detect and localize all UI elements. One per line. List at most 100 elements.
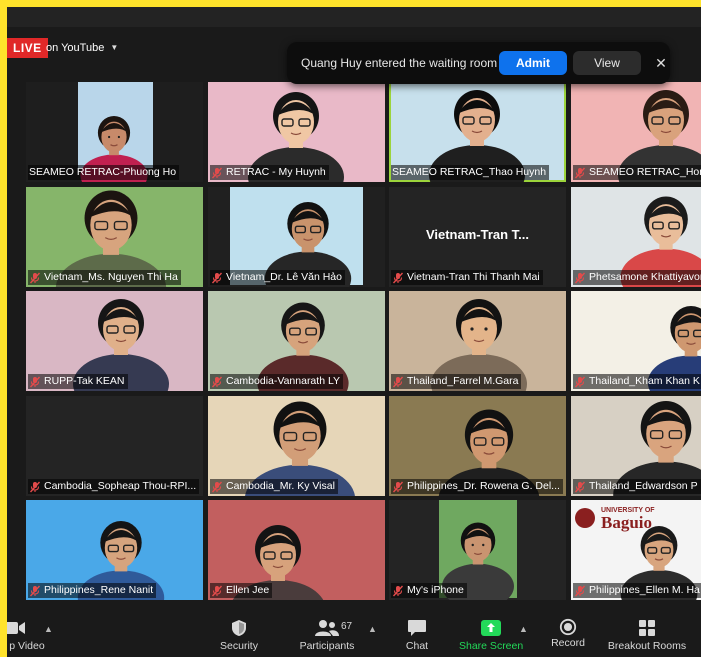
participant-name: Phetsamone Khattiyavong: [589, 271, 701, 283]
breakout-rooms-icon: [639, 620, 655, 636]
view-button[interactable]: View: [573, 51, 641, 75]
participant-name: Thailand_Farrel M.Gara: [407, 375, 519, 387]
participant-tile[interactable]: My's iPhone: [389, 500, 566, 600]
participant-name-label: Ellen Jee: [210, 583, 273, 598]
muted-mic-icon: [392, 481, 404, 492]
share-screen-button[interactable]: Share Screen: [459, 612, 523, 657]
participant-name-label: Thailand_Farrel M.Gara: [391, 374, 522, 389]
muted-mic-icon: [29, 376, 41, 387]
zoom-meeting-window: SEAMEO RETRAC-Phuong Ho RETRAC - My Huynh…: [7, 7, 701, 657]
participant-name-placeholder: Vietnam-Tran T...: [425, 227, 530, 242]
participant-name-label: Vietnam_Ms. Nguyen Thi Ha: [28, 270, 181, 285]
video-button[interactable]: p Video: [7, 612, 47, 657]
participant-name: SEAMEO RETRAC-Phuong Ho: [29, 166, 177, 178]
participant-tile[interactable]: Philippines_Dr. Rowena G. Del...: [389, 396, 566, 496]
participant-name-label: Cambodia_Sopheap Thou-RPI...: [28, 479, 200, 494]
baguio-logo-line2: Baguio: [601, 513, 652, 532]
participant-tile[interactable]: Phetsamone Khattiyavong: [571, 187, 701, 287]
participant-tile[interactable]: SEAMEO RETRAC_Thao Huynh: [389, 82, 566, 182]
participant-tile[interactable]: SEAMEO RETRAC-Phuong Ho: [26, 82, 203, 182]
record-button[interactable]: Record: [549, 612, 587, 657]
participant-tile[interactable]: Vietnam_Ms. Nguyen Thi Ha: [26, 187, 203, 287]
participant-tile[interactable]: RETRAC - My Huynh: [208, 82, 385, 182]
close-icon[interactable]: ✕: [653, 55, 669, 72]
participant-name-label: Vietnam-Tran Thi Thanh Mai: [391, 270, 543, 285]
record-label: Record: [551, 637, 585, 649]
stream-destination-dropdown[interactable]: on YouTube ▼: [40, 37, 126, 59]
participant-name-label: SEAMEO RETRAC_Thao Huynh: [391, 165, 550, 180]
participant-name-label: SEAMEO RETRAC-Phuong Ho: [28, 165, 180, 180]
participant-name: RUPP-Tak KEAN: [44, 375, 125, 387]
participant-name: Thailand_Kham Khan K: [589, 375, 700, 387]
participant-name-label: Philippines_Rene Nanit: [28, 583, 157, 598]
breakout-rooms-button[interactable]: Breakout Rooms: [607, 612, 687, 657]
muted-mic-icon: [29, 481, 41, 492]
participant-tile[interactable]: Thailand_Farrel M.Gara: [389, 291, 566, 391]
participant-name: Philippines_Ellen M. Ha: [589, 584, 700, 596]
share-options-chevron-icon[interactable]: ▲: [519, 624, 528, 634]
participant-tile[interactable]: SEAMEO RETRAC_Hong: [571, 82, 701, 182]
participants-button[interactable]: Participants: [295, 612, 359, 657]
participant-name-label: Cambodia-Vannarath LY: [210, 374, 344, 389]
participant-tile[interactable]: Vietnam-Tran T... Vietnam-Tran Thi Thanh …: [389, 187, 566, 287]
participant-name: Vietnam-Tran Thi Thanh Mai: [407, 271, 540, 283]
participant-tile[interactable]: Ellen Jee: [208, 500, 385, 600]
participant-name: Cambodia_Mr. Ky Visal: [226, 480, 335, 492]
record-icon: [559, 618, 577, 636]
top-bar: [7, 7, 701, 27]
chat-bubble-icon: [408, 620, 426, 636]
participant-name: Vietnam_Dr. Lê Văn Hảo: [226, 271, 342, 283]
participant-tile[interactable]: Thailand_Edwardson P: [571, 396, 701, 496]
muted-mic-icon: [574, 272, 586, 283]
security-button[interactable]: Security: [213, 612, 265, 657]
participant-tile[interactable]: RUPP-Tak KEAN: [26, 291, 203, 391]
shield-icon: [232, 620, 246, 636]
participant-name-label: My's iPhone: [391, 583, 467, 598]
muted-mic-icon: [29, 272, 41, 283]
participant-tile[interactable]: Thailand_Kham Khan K: [571, 291, 701, 391]
participant-name-label: Cambodia_Mr. Ky Visal: [210, 479, 338, 494]
share-screen-icon: [481, 620, 501, 636]
notification-message: Quang Huy entered the waiting room: [301, 56, 498, 70]
security-label: Security: [220, 640, 258, 652]
chat-button[interactable]: Chat: [399, 612, 435, 657]
participant-tile[interactable]: Cambodia-Vannarath LY: [208, 291, 385, 391]
participants-count: 67: [341, 621, 353, 632]
participant-name: Thailand_Edwardson P: [589, 480, 698, 492]
participant-tile[interactable]: Cambodia_Mr. Ky Visal: [208, 396, 385, 496]
chat-label: Chat: [405, 640, 429, 652]
participant-name-label: Thailand_Kham Khan K: [573, 374, 701, 389]
share-screen-label: Share Screen: [459, 640, 524, 652]
participant-tile[interactable]: Cambodia_Sopheap Thou-RPI...: [26, 396, 203, 496]
participant-name-label: Philippines_Ellen M. Ha: [573, 583, 701, 598]
participant-name: SEAMEO RETRAC_Hong: [589, 166, 701, 178]
participant-name: Vietnam_Ms. Nguyen Thi Ha: [44, 271, 178, 283]
breakout-rooms-label: Breakout Rooms: [607, 640, 687, 652]
video-options-chevron-icon[interactable]: ▲: [44, 624, 53, 634]
participant-name-label: SEAMEO RETRAC_Hong: [573, 165, 701, 180]
muted-mic-icon: [574, 167, 586, 178]
participants-label: Participants: [299, 640, 355, 652]
participants-options-chevron-icon[interactable]: ▲: [368, 624, 377, 634]
participant-name-label: Phetsamone Khattiyavong: [573, 270, 701, 285]
participant-name-label: Thailand_Edwardson P: [573, 479, 701, 494]
muted-mic-icon: [211, 585, 223, 596]
muted-mic-icon: [392, 376, 404, 387]
participant-tile[interactable]: UNIVERSITY OF Baguio Philippines_Ellen M. …: [571, 500, 701, 600]
participant-name-label: RUPP-Tak KEAN: [28, 374, 128, 389]
participant-name-label: Philippines_Dr. Rowena G. Del...: [391, 479, 563, 494]
participant-tile[interactable]: Philippines_Rene Nanit: [26, 500, 203, 600]
admit-button[interactable]: Admit: [499, 51, 567, 75]
participant-name: Cambodia-Vannarath LY: [226, 375, 341, 387]
chevron-down-icon: ▼: [110, 43, 119, 52]
muted-mic-icon: [574, 481, 586, 492]
stream-label: on YouTube: [46, 42, 105, 54]
participant-name: Ellen Jee: [226, 584, 270, 596]
participant-tile[interactable]: Vietnam_Dr. Lê Văn Hảo: [208, 187, 385, 287]
video-label: p Video: [9, 640, 45, 652]
participant-name: SEAMEO RETRAC_Thao Huynh: [392, 166, 547, 178]
muted-mic-icon: [29, 585, 41, 596]
meeting-toolbar: p Video ▲ Security Participants 67 ▲ Cha…: [7, 612, 701, 657]
muted-mic-icon: [211, 481, 223, 492]
participant-name-label: Vietnam_Dr. Lê Văn Hảo: [210, 270, 345, 285]
